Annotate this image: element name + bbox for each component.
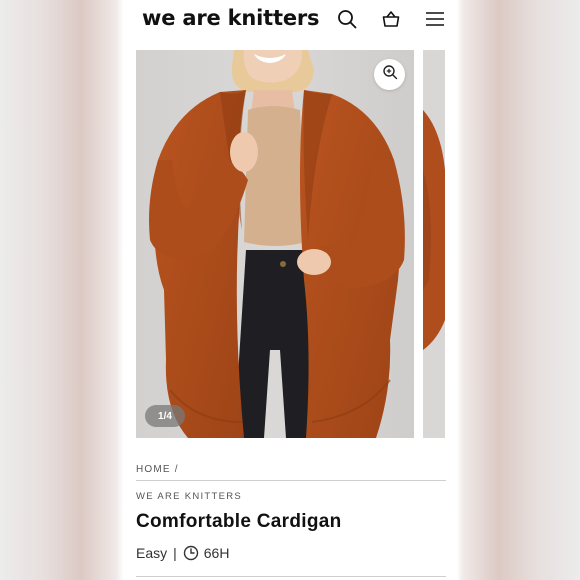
- product-image-carousel[interactable]: 1/4: [136, 50, 458, 438]
- mobile-page: we are knitters 1/4 HOME / WE ARE KNITTE…: [124, 0, 458, 580]
- product-brand: WE ARE KNITTERS: [136, 491, 243, 502]
- product-title: Comfortable Cardigan: [136, 511, 342, 532]
- top-navigation-bar: we are knitters: [124, 0, 458, 40]
- knitting-duration: 66H: [203, 545, 230, 561]
- slide-counter: 1/4: [145, 405, 185, 427]
- breadcrumb[interactable]: HOME /: [136, 464, 179, 475]
- zoom-button[interactable]: [374, 59, 405, 90]
- basket-icon[interactable]: [380, 8, 402, 30]
- next-product-photo[interactable]: [423, 50, 445, 438]
- product-photo[interactable]: 1/4: [136, 50, 414, 438]
- difficulty-level: Easy: [136, 545, 168, 561]
- clock-icon: [183, 545, 199, 561]
- menu-icon[interactable]: [424, 8, 446, 30]
- divider: [136, 480, 446, 481]
- brand-logo[interactable]: we are knitters: [142, 6, 320, 30]
- meta-separator: |: [173, 545, 177, 561]
- product-meta: Easy | 66H: [136, 543, 229, 563]
- divider: [136, 576, 446, 577]
- zoom-in-icon: [382, 64, 398, 85]
- search-icon[interactable]: [336, 8, 358, 30]
